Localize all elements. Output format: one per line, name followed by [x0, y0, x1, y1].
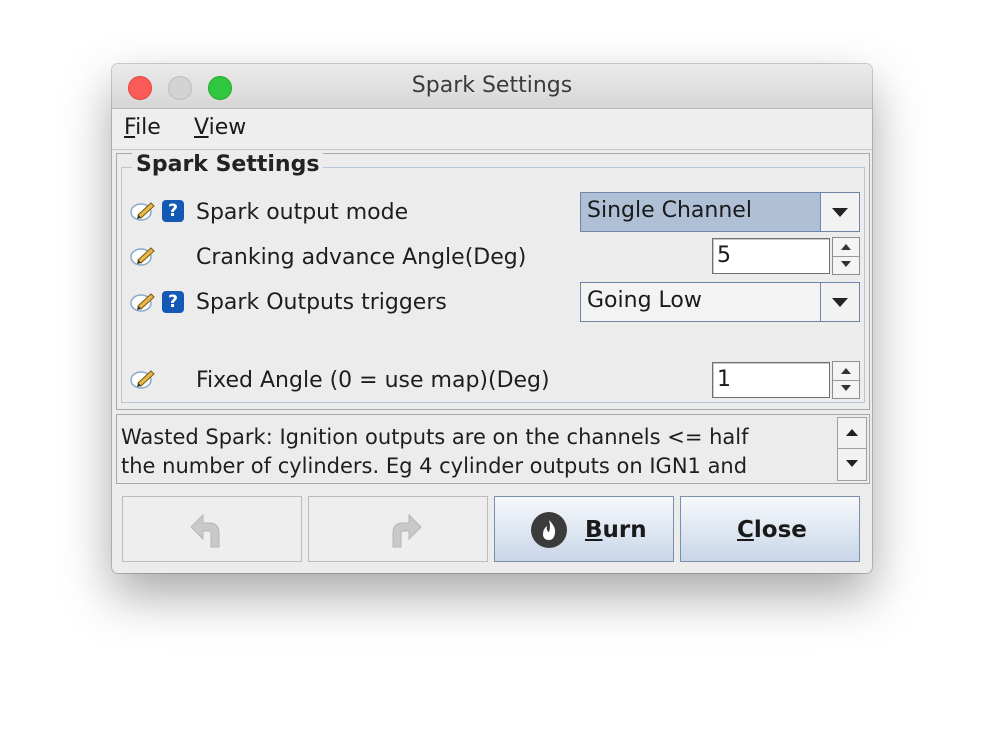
undo-icon	[190, 513, 220, 548]
menu-bar: File View	[112, 109, 872, 150]
burn-button[interactable]: Burn	[494, 496, 674, 562]
description-line: Wasted Spark: Ignition outputs are on th…	[121, 425, 749, 449]
scroll-up-arrow-icon[interactable]	[838, 418, 866, 449]
help-question-icon[interactable]: ?	[162, 200, 184, 222]
decrement-arrow-icon[interactable]	[833, 256, 859, 274]
menu-view-mnemonic: V	[194, 115, 209, 140]
redo-icon	[392, 513, 422, 548]
increment-arrow-icon[interactable]	[833, 362, 859, 381]
edit-pencil-icon[interactable]	[130, 200, 156, 222]
chevron-down-icon[interactable]	[820, 193, 859, 231]
description-line: the number of cylinders. Eg 4 cylinder o…	[121, 454, 748, 478]
burn-label-rest: urn	[602, 517, 647, 543]
description-panel: Wasted Spark: Ignition outputs are on th…	[116, 414, 870, 484]
edit-pencil-icon[interactable]	[130, 245, 156, 267]
fixed-angle-value: 1	[717, 367, 731, 392]
undo-button[interactable]	[122, 496, 302, 562]
menu-file-label: ile	[135, 115, 161, 140]
title-bar[interactable]: Spark Settings	[112, 64, 872, 109]
close-mnemonic: C	[737, 517, 754, 543]
help-question-icon[interactable]: ?	[162, 291, 184, 313]
cranking-advance-stepper[interactable]	[832, 237, 860, 275]
flame-icon-glyph	[543, 520, 556, 540]
spark-outputs-triggers-value: Going Low	[587, 288, 702, 313]
group-title: Spark Settings	[132, 152, 324, 177]
menu-file-mnemonic: F	[124, 115, 136, 140]
menu-file[interactable]: File	[124, 115, 161, 140]
description-scrollbar[interactable]	[837, 417, 867, 481]
burn-mnemonic: B	[585, 517, 603, 543]
settings-panel: Spark Settings ? Spark output mode Singl…	[116, 152, 870, 410]
cranking-advance-label: Cranking advance Angle(Deg)	[196, 245, 527, 270]
cranking-advance-input[interactable]: 5	[712, 238, 830, 274]
description-text[interactable]: Wasted Spark: Ignition outputs are on th…	[121, 423, 831, 479]
scroll-down-arrow-icon[interactable]	[838, 449, 866, 479]
spark-output-mode-select[interactable]: Single Channel	[580, 192, 860, 232]
flame-icon	[531, 512, 567, 548]
edit-pencil-icon[interactable]	[130, 368, 156, 390]
burn-label: Burn	[585, 517, 647, 543]
fixed-angle-stepper[interactable]	[832, 361, 860, 399]
spark-output-mode-label: Spark output mode	[196, 200, 409, 225]
chevron-down-icon[interactable]	[820, 283, 859, 321]
spark-output-mode-value: Single Channel	[587, 198, 752, 223]
spark-outputs-triggers-select[interactable]: Going Low	[580, 282, 860, 322]
spark-outputs-triggers-label: Spark Outputs triggers	[196, 290, 447, 315]
spark-settings-window: Spark Settings File View Spark Settings …	[112, 64, 872, 573]
fixed-angle-label: Fixed Angle (0 = use map)(Deg)	[196, 368, 550, 393]
increment-arrow-icon[interactable]	[833, 238, 859, 257]
close-button[interactable]: Close	[680, 496, 860, 562]
menu-view-label: iew	[208, 115, 247, 140]
window-title: Spark Settings	[411, 73, 573, 98]
close-label: Close	[737, 517, 807, 543]
close-label-rest: lose	[753, 517, 807, 543]
decrement-arrow-icon[interactable]	[833, 380, 859, 398]
cranking-advance-value: 5	[717, 243, 731, 268]
redo-button[interactable]	[308, 496, 488, 562]
menu-view[interactable]: View	[194, 115, 246, 140]
edit-pencil-icon[interactable]	[130, 291, 156, 313]
spark-settings-group: Spark Settings ? Spark output mode Singl…	[121, 152, 865, 403]
fixed-angle-input[interactable]: 1	[712, 362, 830, 398]
